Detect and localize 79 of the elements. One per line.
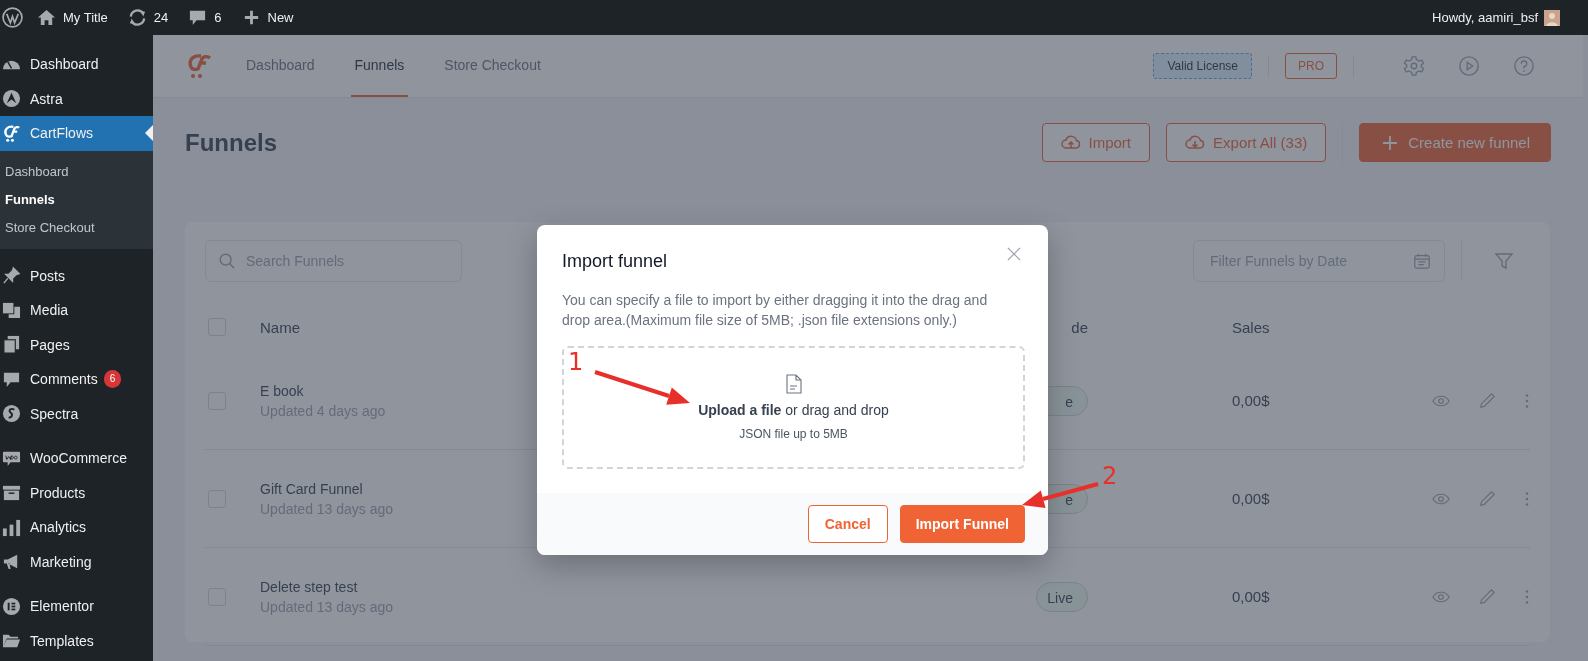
nav-tab[interactable]: Funnels [350, 35, 409, 97]
annotation-number: 2 [1102, 462, 1118, 490]
menu-label: Products [30, 484, 86, 501]
menu-item[interactable]: Products [0, 475, 153, 510]
menu-item[interactable]: Pages [0, 327, 153, 362]
refresh-icon [127, 8, 147, 27]
menu-label: Pages [30, 336, 70, 353]
menu-label: Posts [30, 267, 65, 284]
dialog-title: Import funnel [562, 250, 669, 272]
help-icon[interactable] [1513, 55, 1535, 77]
menu-item[interactable]: Analytics [0, 510, 153, 545]
menu-item[interactable]: Templates [0, 623, 153, 658]
column-header: Name [260, 318, 300, 336]
menu-item[interactable]: Media [0, 293, 153, 328]
annotation-number: 1 [568, 348, 584, 376]
menu-item[interactable]: Marketing [0, 544, 153, 579]
sales-cell-text: 0,00$ [1232, 392, 1271, 409]
more-options-icon[interactable] [1524, 489, 1530, 508]
menu-item[interactable]: WooCommerce [0, 441, 153, 476]
menu-label: CartFlows [30, 125, 93, 142]
column-header: Sales [1232, 318, 1271, 336]
upload-instruction: Upload a file or drag and drop [698, 402, 889, 418]
menu-item[interactable]: Elementor [0, 589, 153, 624]
filter-icon[interactable] [1494, 251, 1514, 271]
home-icon [37, 8, 56, 27]
menu-item[interactable]: Dashboard [0, 47, 153, 82]
settings-icon[interactable] [1403, 55, 1425, 77]
updates-link[interactable]: 24 [127, 8, 169, 27]
status-badge: Live [1036, 581, 1088, 612]
menu-label: Astra [30, 90, 63, 107]
pencil-icon[interactable] [1478, 587, 1496, 606]
menu-label: Analytics [30, 519, 87, 536]
calendar-icon [1413, 252, 1431, 270]
menu-label: Elementor [30, 598, 94, 615]
funnel-name[interactable]: E book [260, 382, 304, 399]
account-link[interactable]: Howdy, aamiri_bsf [1432, 9, 1560, 26]
file-hint: JSON file up to 5MB [739, 427, 848, 441]
pushpin-icon [2, 266, 21, 286]
media-icon [2, 300, 21, 320]
menu-label: Media [30, 302, 69, 319]
menu-item[interactable]: Astra [0, 81, 153, 116]
page-title: Funnels [185, 128, 277, 157]
menu-label: Comments [30, 371, 98, 388]
search-icon [218, 252, 236, 270]
speech-bubble-icon [188, 8, 208, 27]
new-link[interactable]: New [241, 8, 294, 27]
submenu-item[interactable]: Store Checkout [0, 213, 153, 242]
sales-cell-text: 0,00$ [1232, 490, 1271, 507]
menu-item[interactable]: Posts [0, 258, 153, 293]
cartflows-logo-icon [2, 123, 21, 143]
wordpress-logo-icon[interactable] [2, 7, 23, 28]
menu-item[interactable]: CartFlows [0, 116, 153, 151]
submenu-item[interactable]: Dashboard [0, 157, 153, 186]
menu-label: Dashboard [30, 56, 99, 73]
avatar-icon [1544, 9, 1560, 26]
more-options-icon[interactable] [1524, 587, 1530, 606]
more-options-icon[interactable] [1524, 391, 1530, 410]
submenu-item[interactable]: Funnels [0, 185, 153, 214]
pencil-icon[interactable] [1478, 489, 1496, 508]
sales-cell-text: 0,00$ [1232, 588, 1271, 605]
count-badge: 6 [103, 370, 122, 389]
column-header: de [1070, 318, 1088, 336]
menu-item[interactable]: Comments 6 [0, 362, 153, 397]
bar-chart-icon [2, 517, 21, 537]
menu-label: WooCommerce [30, 450, 127, 467]
pro-badge: PRO [1285, 53, 1337, 79]
site-title-link[interactable]: My Title [37, 8, 108, 27]
menu-label: Templates [30, 632, 94, 649]
document-icon [785, 374, 802, 394]
license-badge: Valid License [1153, 53, 1252, 79]
dialog-description: You can specify a file to import by either dragging it into the drag and drop area.(Maximum file size of 5MB; .json file extensions only.) [562, 291, 989, 330]
menu-item[interactable]: Spectra [0, 396, 153, 431]
play-icon[interactable] [1458, 55, 1480, 77]
pencil-icon[interactable] [1478, 391, 1496, 410]
menu-label: Spectra [30, 405, 79, 422]
close-icon[interactable] [1007, 247, 1021, 261]
cartflows-logo-icon[interactable] [185, 52, 213, 80]
comments-link[interactable]: 6 [188, 8, 222, 27]
menu-label: Marketing [30, 553, 92, 570]
